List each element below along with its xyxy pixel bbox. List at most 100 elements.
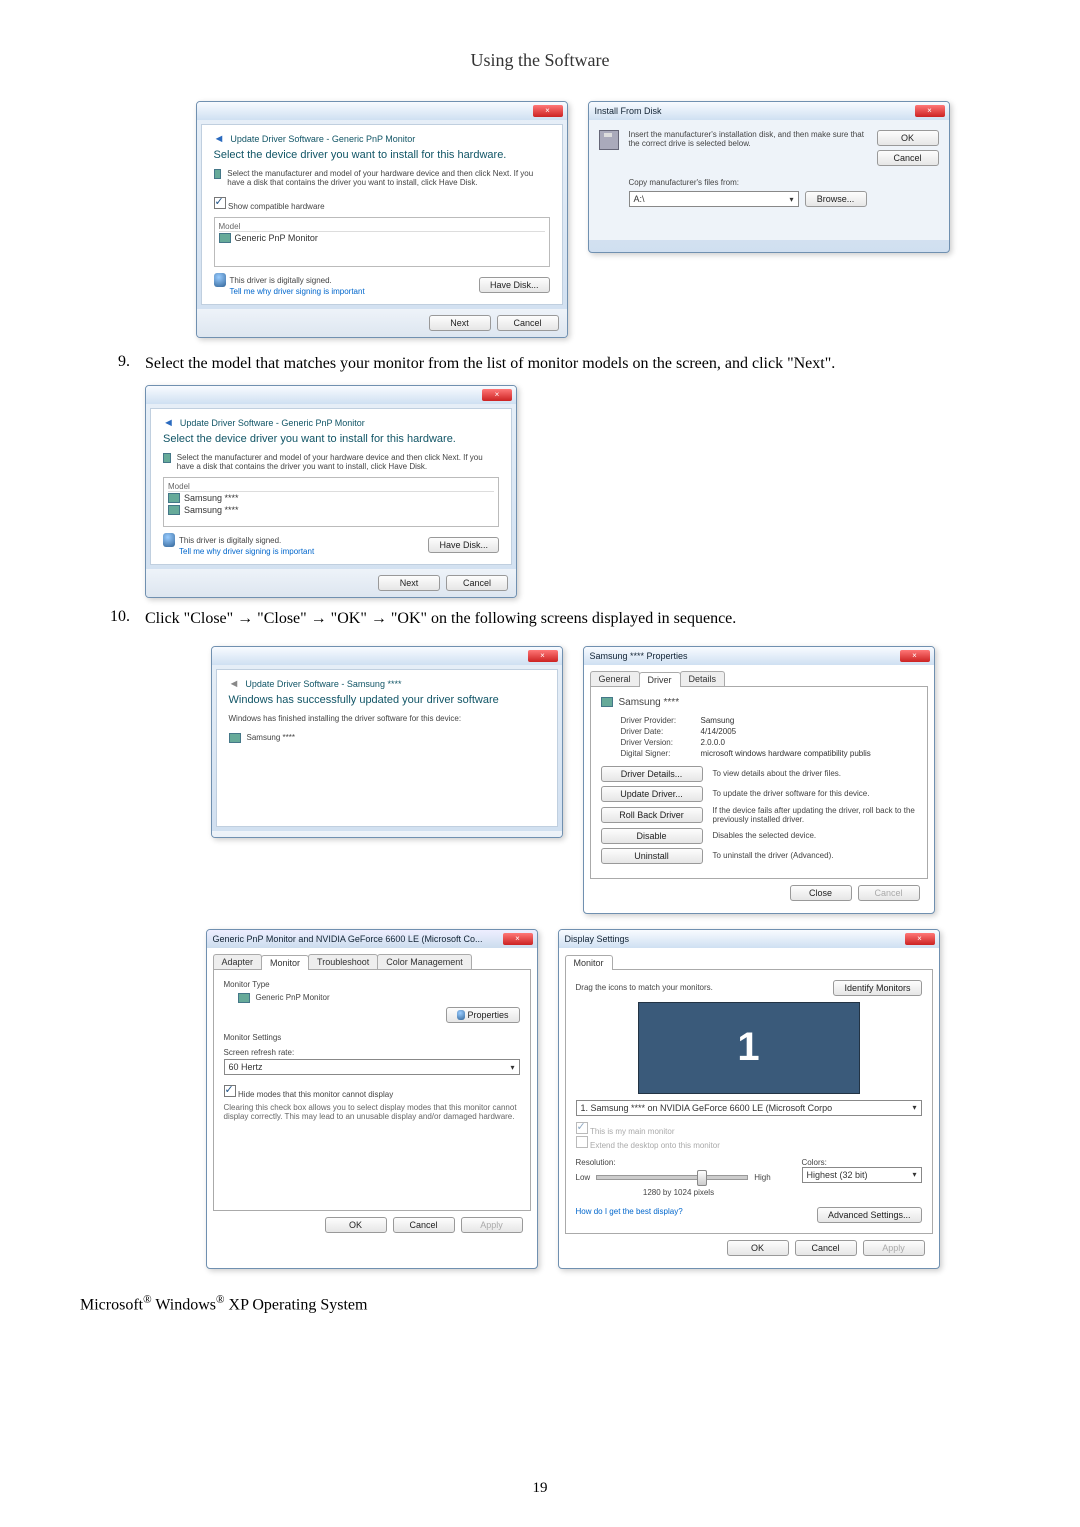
tab-row: General Driver Details [590,671,928,687]
monitor-properties-window: Generic PnP Monitor and NVIDIA GeForce 6… [206,929,538,1269]
tab-details[interactable]: Details [680,671,726,686]
identify-monitors-button[interactable]: Identify Monitors [833,980,921,996]
instruction-text: Select the manufacturer and model of you… [177,453,499,471]
shield-icon [163,533,175,547]
shield-icon [457,1010,465,1020]
back-icon[interactable]: ◄ [163,417,174,429]
next-button[interactable]: Next [429,315,491,331]
list-item[interactable]: Generic PnP Monitor [219,232,545,244]
browse-button[interactable]: Browse... [805,191,867,207]
have-disk-button[interactable]: Have Disk... [428,537,499,553]
window-titlebar: × [212,647,562,665]
back-icon[interactable]: ◄ [214,133,225,145]
breadcrumb: Update Driver Software - Samsung **** [245,679,401,689]
window-titlebar: × [146,386,516,404]
colors-label: Colors: [802,1158,922,1167]
apply-button: Apply [863,1240,925,1256]
tab-driver[interactable]: Driver [639,672,681,687]
model-name: Samsung **** [184,493,239,503]
step-number: 10. [80,608,145,630]
screenshot-row-3: × ◄ Update Driver Software - Samsung ***… [145,646,1000,914]
window-title: Display Settings [565,934,630,944]
display-settings-window: Display Settings × Monitor Drag the icon… [558,929,940,1269]
hide-modes-checkbox[interactable] [224,1085,236,1097]
driver-details-button[interactable]: Driver Details... [601,766,703,782]
best-display-link[interactable]: How do I get the best display? [576,1207,683,1223]
colors-dropdown[interactable]: Highest (32 bit) [802,1167,922,1183]
properties-button[interactable]: Properties [446,1007,520,1024]
close-icon[interactable]: × [503,933,533,945]
step-text: Select the model that matches your monit… [145,353,835,375]
close-icon[interactable]: × [900,650,930,662]
advanced-settings-button[interactable]: Advanced Settings... [817,1207,922,1223]
uninstall-desc: To uninstall the driver (Advanced). [713,851,917,860]
close-icon[interactable]: × [915,105,945,117]
signing-link[interactable]: Tell me why driver signing is important [179,547,314,556]
window-title: Install From Disk [595,106,662,116]
cancel-button[interactable]: Cancel [497,315,559,331]
footer-os-text: Microsoft® Windows® XP Operating System [80,1294,1000,1314]
have-disk-button[interactable]: Have Disk... [479,277,550,293]
close-button[interactable]: Close [492,837,554,838]
breadcrumb: Update Driver Software - Generic PnP Mon… [180,418,365,428]
display-dropdown[interactable]: 1. Samsung **** on NVIDIA GeForce 6600 L… [576,1100,922,1116]
signed-text: This driver is digitally signed. [230,276,332,285]
tab-adapter[interactable]: Adapter [213,954,263,969]
signer-label: Digital Signer: [621,749,701,758]
monitor-preview[interactable]: 1 [638,1002,860,1094]
close-button[interactable]: Close [790,885,852,901]
extend-desktop-checkbox [576,1136,588,1148]
ok-button[interactable]: OK [727,1240,789,1256]
tab-troubleshoot[interactable]: Troubleshoot [308,954,378,969]
refresh-rate-label: Screen refresh rate: [224,1048,520,1057]
apply-button: Apply [461,1217,523,1233]
tab-color-management[interactable]: Color Management [377,954,472,969]
next-button[interactable]: Next [378,575,440,591]
update-success-window: × ◄ Update Driver Software - Samsung ***… [211,646,563,838]
tab-general[interactable]: General [590,671,640,686]
show-compatible-checkbox[interactable] [214,197,226,209]
sub-text: Windows has finished installing the driv… [229,714,545,723]
close-icon[interactable]: × [528,650,558,662]
uninstall-button[interactable]: Uninstall [601,848,703,864]
details-desc: To view details about the driver files. [713,769,917,778]
signing-link[interactable]: Tell me why driver signing is important [230,287,365,296]
copy-from-label: Copy manufacturer's files from: [629,178,867,187]
hide-modes-label: Hide modes that this monitor cannot disp… [238,1090,393,1099]
update-driver-window-2: × ◄ Update Driver Software - Generic PnP… [145,385,517,598]
refresh-rate-dropdown[interactable]: 60 Hertz [224,1059,520,1075]
dialog-heading: Select the device driver you want to ins… [163,433,499,445]
update-desc: To update the driver software for this d… [713,789,917,798]
disable-button[interactable]: Disable [601,828,703,844]
close-icon[interactable]: × [482,389,512,401]
cancel-button[interactable]: Cancel [393,1217,455,1233]
back-icon: ◄ [229,678,240,690]
close-icon[interactable]: × [533,105,563,117]
monitor-icon [229,733,241,743]
monitor-icon [168,505,180,515]
ok-button[interactable]: OK [325,1217,387,1233]
tab-monitor[interactable]: Monitor [565,955,613,970]
update-driver-button[interactable]: Update Driver... [601,786,703,802]
ok-button[interactable]: OK [877,130,939,146]
list-item[interactable]: Samsung **** [168,504,494,516]
cancel-button[interactable]: Cancel [795,1240,857,1256]
date-value: 4/14/2005 [701,727,737,736]
install-from-disk-window: Install From Disk × Insert the manufactu… [588,101,950,253]
instruction-text: Select the manufacturer and model of you… [227,169,549,187]
tab-monitor[interactable]: Monitor [261,955,309,970]
device-name: Samsung **** [247,733,295,743]
monitor-name: Generic PnP Monitor [256,993,330,1002]
monitor-icon [214,169,222,179]
resolution-slider[interactable] [596,1175,748,1180]
list-item[interactable]: Samsung **** [168,492,494,504]
page-header: Using the Software [80,50,1000,71]
monitor-icon [219,233,231,243]
date-label: Driver Date: [621,727,701,736]
cancel-button[interactable]: Cancel [446,575,508,591]
close-icon[interactable]: × [905,933,935,945]
rollback-button[interactable]: Roll Back Driver [601,807,703,823]
cancel-button[interactable]: Cancel [877,150,939,166]
low-label: Low [576,1173,591,1182]
path-input[interactable]: A:\ [629,191,799,207]
